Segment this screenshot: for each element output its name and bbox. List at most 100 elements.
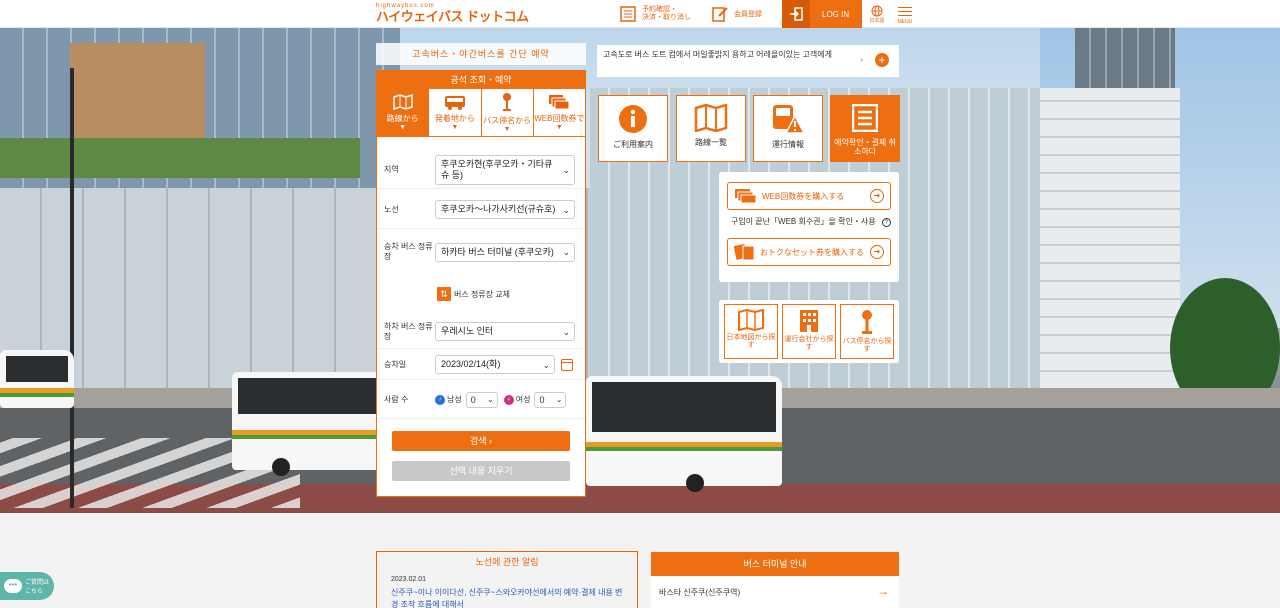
chevron-down-icon: ⌄: [562, 164, 570, 175]
clear-selection-button[interactable]: 선택 내용 지우기: [392, 461, 570, 481]
male-count-select[interactable]: 0 ⌄: [465, 391, 498, 408]
bus-terminal-box: 버스 터미널 안내 바스타 신주쿠(신주쿠역) →: [651, 552, 899, 608]
route-select[interactable]: 후쿠오카～나가사키선(규슈호) ⌄: [435, 200, 575, 219]
help-chat-line2: こちら: [25, 589, 44, 595]
question-icon[interactable]: ?: [881, 218, 891, 227]
tab-by-web-ticket[interactable]: WEB回数券で ▼: [533, 89, 585, 137]
notice-link[interactable]: 신주쿠~이나 이이다선, 신주쿠~스와오카야선에서의 예약·결제 내용 변경 조…: [391, 587, 627, 608]
tile-reservation-confirm[interactable]: 예약확인・결제 취소하다: [830, 95, 900, 162]
tile-route-list[interactable]: 路線一覧: [676, 95, 746, 162]
search-by-operator-label: 運行会社から探す: [784, 336, 834, 351]
region-select[interactable]: 후쿠오카현(후쿠오카・기타큐슈 등) ⌄: [435, 154, 575, 185]
passengers-label: 사람 수: [384, 394, 409, 404]
tab-by-place[interactable]: 発着地から ▼: [429, 89, 482, 137]
buy-web-ticket-label: WEB回数券を購入する: [762, 191, 845, 201]
boarding-select[interactable]: 하카타 버스 터미널 (후쿠오카) ⌄: [435, 242, 575, 262]
menu-button[interactable]: MENU: [894, 0, 916, 28]
arrow-right-icon[interactable]: →: [877, 584, 889, 598]
map-icon: [694, 104, 728, 132]
login-button[interactable]: LOG IN: [782, 0, 862, 28]
set-ticket-icon: [734, 243, 755, 261]
alighting-select[interactable]: 우레시노 인터 ⌄: [435, 322, 575, 341]
calendar-icon[interactable]: [561, 358, 573, 371]
route-notice-box: 노선에 관한 알림 2023.02.01 신주쿠~이나 이이다선, 신주쿠~스와…: [376, 551, 638, 608]
search-tabs: 路線から ▼ 発着地から ▼ バス停名から ▼ WEB回数券で ▼: [377, 89, 585, 137]
tile-route-list-label: 路線一覧: [695, 138, 727, 147]
date-row: 승차일 2023/02/14(화) ⌄: [377, 350, 585, 380]
chevron-down-icon: ⌄: [562, 204, 570, 215]
reservation-confirm-link[interactable]: 予約確認・ 決済・取り消し: [620, 0, 702, 28]
arrow-circle-right-icon: ➔: [870, 189, 884, 203]
tab-by-web-ticket-label: WEB回数券で: [534, 113, 585, 123]
street-lamp: [70, 68, 74, 508]
search-by-stop-label: バス停名から探す: [842, 338, 892, 353]
map-icon: [738, 309, 764, 331]
terminal-item-busta-shinjuku[interactable]: 바스타 신주쿠(신주쿠역): [659, 587, 740, 598]
help-chat-button[interactable]: ••• ご質問は こちら: [0, 572, 54, 600]
route-label: 노선: [384, 204, 399, 214]
region-value: 후쿠오카현(후쿠오카・기타큐슈 등): [441, 158, 553, 180]
chevron-down-icon: ⌄: [562, 247, 570, 257]
alighting-label: 하차 버스 정류장: [384, 321, 433, 341]
chevron-down-icon: ▼: [555, 123, 563, 131]
search-button[interactable]: 검색 ›: [392, 431, 570, 451]
tile-usage-guide[interactable]: ご利用案内: [598, 95, 668, 162]
route-value: 후쿠오카～나가사키선(규슈호): [441, 204, 556, 214]
site-header: highwaybus.com ハイウェイバス ドットコム 予約確認・ 決済・取り消…: [0, 0, 1280, 28]
buy-set-ticket-button[interactable]: おトクなセット券を購入する ➔: [727, 238, 891, 266]
expand-plus-icon[interactable]: +: [875, 53, 889, 67]
building-brown: [70, 43, 205, 148]
swap-stops-button[interactable]: ⇅ 버스 정류장 교체: [437, 287, 510, 301]
ticket-icon: [735, 189, 757, 204]
member-register-link[interactable]: 会員登録: [712, 0, 778, 28]
info-bar-text: 고속도로 버스 도트 컴에서 머일좋밝지 용하고 어레을이있는 고객에게: [603, 50, 832, 59]
menu-label: MENU: [897, 18, 913, 25]
list-icon: [620, 6, 636, 22]
confirm-line2: 決済・取り消し: [642, 14, 691, 21]
alighting-row: 하차 버스 정류장 우레시노 인터 ⌄: [377, 315, 585, 349]
member-label: 会員登録: [734, 11, 762, 18]
date-label: 승차일: [384, 359, 407, 369]
female-count-value: 0: [539, 394, 545, 405]
boarding-label: 승차 버스 정류장: [384, 242, 433, 261]
chevron-down-icon: ⌄: [555, 394, 563, 404]
info-bar[interactable]: 고속도로 버스 도트 컴에서 머일좋밝지 용하고 어레을이있는 고객에게 › +: [597, 45, 899, 77]
tab-by-route[interactable]: 路線から ▼: [377, 89, 430, 137]
tile-service-info[interactable]: 運行情報: [753, 95, 823, 162]
check-web-ticket-link[interactable]: 구입이 끝난「WEB 회수권」을 확인・사용 ?: [731, 216, 891, 227]
male-label: 남성: [447, 395, 462, 404]
bus-terminal-title: 버스 터미널 안내: [651, 552, 899, 576]
login-icon: [782, 0, 810, 28]
alighting-value: 우레시노 인터: [441, 326, 494, 336]
tab-by-place-label: 発着地から: [434, 113, 475, 123]
boarding-value: 하카타 버스 터미널 (후쿠오카): [441, 246, 554, 257]
male-count-value: 0: [470, 394, 476, 405]
arrow-right-icon: ›: [489, 436, 493, 446]
date-select[interactable]: 2023/02/14(화) ⌄: [435, 355, 555, 374]
chevron-right-icon: ›: [860, 55, 863, 64]
buy-web-ticket-button[interactable]: WEB回数券を購入する ➔: [727, 182, 891, 210]
check-web-ticket-label: 구입이 끝난「WEB 회수권」을 확인・사용: [731, 217, 876, 226]
search-by-map-tile[interactable]: 日本地図から探す: [724, 304, 778, 359]
female-count-select[interactable]: 0 ⌄: [534, 391, 567, 408]
search-by-operator-tile[interactable]: 運行会社から探す: [782, 304, 836, 359]
chevron-down-icon: ⌄: [487, 394, 494, 404]
language-switch[interactable]: 日本語: [866, 0, 888, 28]
search-by-stop-tile[interactable]: バス停名から探す: [840, 304, 894, 359]
tile-service-info-label: 運行情報: [772, 140, 804, 149]
logo-title: ハイウェイバス ドットコム: [376, 9, 529, 24]
language-label: 日本語: [869, 17, 885, 24]
search-shortcut-box: 日本地図から探す 運行会社から探す バス停名から探す: [719, 300, 899, 363]
region-label: 지역: [384, 164, 399, 174]
bus-icon: [444, 95, 465, 110]
tab-by-route-label: 路線から: [386, 113, 419, 123]
list-icon: [852, 104, 878, 132]
site-logo[interactable]: highwaybus.com ハイウェイバス ドットコム: [376, 3, 529, 24]
tab-by-stop[interactable]: バス停名から ▼: [481, 89, 534, 137]
tab-by-stop-label: バス停名から: [483, 115, 532, 125]
ticket-icon: [549, 94, 570, 109]
bus-left: [0, 350, 74, 408]
passengers-row: 사람 수 ♂ 남성 0 ⌄ ♀ 여성 0 ⌄: [377, 381, 585, 419]
boarding-row: 승차 버스 정류장 하카타 버스 터미널 (후쿠오카) ⌄: [377, 232, 585, 272]
female-icon: ♀: [503, 394, 514, 405]
